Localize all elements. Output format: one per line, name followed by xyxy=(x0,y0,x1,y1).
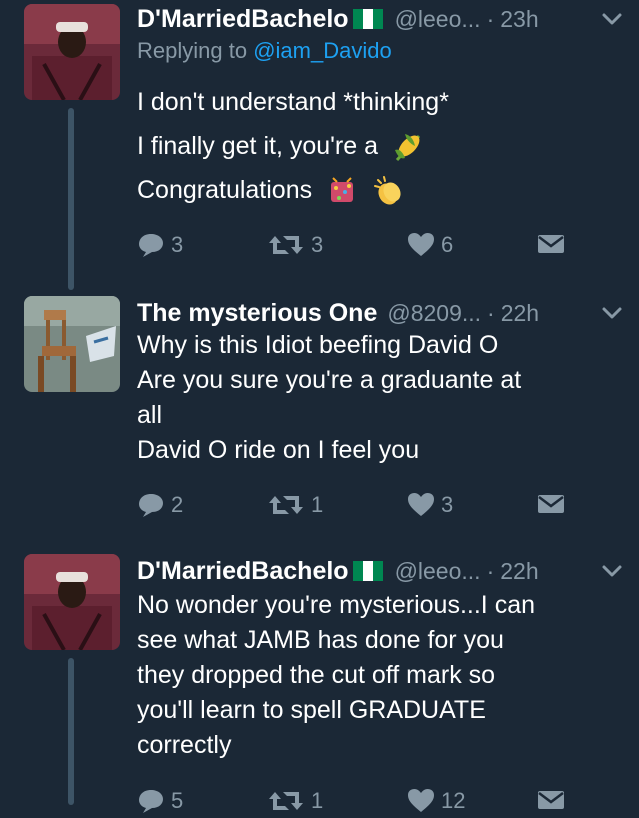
author-handle[interactable]: @8209... xyxy=(387,300,481,327)
retweet-icon xyxy=(269,236,303,254)
tweet-line: I don't understand *thinking* xyxy=(137,88,449,116)
reply-count: 2 xyxy=(171,492,184,517)
reply-count: 5 xyxy=(171,788,184,813)
like-count: 6 xyxy=(441,232,454,257)
tweet-actions: 5 1 12 xyxy=(137,788,579,818)
dm-button[interactable] xyxy=(537,788,571,812)
thread-line xyxy=(68,108,74,290)
retweet-button[interactable]: 1 xyxy=(267,788,323,814)
tweet-line: you'll learn to spell GRADUATE xyxy=(137,696,486,724)
nigeria-flag-icon xyxy=(352,561,383,581)
like-button[interactable]: 3 xyxy=(407,492,453,518)
like-count: 3 xyxy=(441,492,454,517)
envelope-icon xyxy=(538,791,564,809)
envelope-icon xyxy=(538,495,564,513)
clapping-hands-emoji-icon xyxy=(374,176,401,205)
like-button[interactable]: 6 xyxy=(407,232,453,258)
reply-icon xyxy=(139,494,163,517)
retweet-button[interactable]: 3 xyxy=(267,232,323,258)
tweet-line: Why is this Idiot beefing David O xyxy=(137,331,499,359)
like-count: 12 xyxy=(441,788,466,813)
tweet-text: Why is this Idiot beefing David O Are yo… xyxy=(137,328,617,468)
heart-icon xyxy=(408,493,434,516)
corn-emoji-icon xyxy=(394,134,421,162)
tweet-3[interactable]: D'MarriedBachelo @leeo... · 22h No wonde… xyxy=(0,554,639,813)
heart-icon xyxy=(408,233,434,256)
author-handle[interactable]: @leeo... xyxy=(395,558,481,585)
tweet-line: Are you sure you're a graduante at xyxy=(137,366,522,394)
dm-button[interactable] xyxy=(537,492,571,516)
tweet-line: all xyxy=(137,401,163,429)
retweet-count: 3 xyxy=(311,232,324,257)
dm-button[interactable] xyxy=(537,232,571,256)
avatar[interactable] xyxy=(24,296,120,392)
reply-button[interactable]: 5 xyxy=(137,788,183,814)
tweet-line: David O ride on I feel you xyxy=(137,436,420,464)
separator-dot: · xyxy=(486,5,495,32)
tweet-line: No wonder you're mysterious...I can xyxy=(137,591,535,619)
timestamp[interactable]: 22h xyxy=(500,558,538,585)
retweet-icon xyxy=(269,792,303,810)
separator-dot: · xyxy=(486,557,495,584)
thread-line xyxy=(68,658,74,805)
tweet-line: see what JAMB has done for you xyxy=(137,626,504,654)
timestamp[interactable]: 23h xyxy=(500,6,538,33)
tweet-line: they dropped the cut off mark so xyxy=(137,661,496,689)
chevron-down-icon[interactable] xyxy=(599,6,625,32)
reply-button[interactable]: 3 xyxy=(137,232,183,258)
replying-to: Replying to @iam_Davido xyxy=(137,38,392,64)
tweet-text: No wonder you're mysterious...I can see … xyxy=(137,588,617,763)
author-handle[interactable]: @leeo... xyxy=(395,6,481,33)
avatar[interactable] xyxy=(24,554,120,650)
reply-button[interactable]: 2 xyxy=(137,492,183,518)
author-name[interactable]: The mysterious One xyxy=(137,299,377,328)
retweet-count: 1 xyxy=(311,492,324,517)
author-name[interactable]: D'MarriedBachelo xyxy=(137,557,349,586)
avatar[interactable] xyxy=(24,4,120,100)
confetti-emoji-icon xyxy=(331,177,354,203)
retweet-button[interactable]: 1 xyxy=(267,492,323,518)
tweet-1[interactable]: D'MarriedBachelo @leeo... · 23h Replying… xyxy=(0,0,639,290)
tweet-actions: 3 3 6 xyxy=(137,232,579,262)
retweet-icon xyxy=(269,496,303,514)
tweet-line: correctly xyxy=(137,731,232,759)
envelope-icon xyxy=(538,235,564,253)
retweet-count: 1 xyxy=(311,788,324,813)
reply-count: 3 xyxy=(171,232,184,257)
tweet-line: Congratulations xyxy=(137,176,313,204)
reply-icon xyxy=(139,790,163,813)
tweet-text: I don't understand *thinking* I finally … xyxy=(137,80,617,212)
author-name[interactable]: D'MarriedBachelo xyxy=(137,5,349,34)
timestamp[interactable]: 22h xyxy=(501,300,539,327)
nigeria-flag-icon xyxy=(352,9,383,29)
separator-dot: · xyxy=(487,299,495,326)
tweet-line: I finally get it, you're a xyxy=(137,132,379,160)
reply-icon xyxy=(139,234,163,257)
chevron-down-icon[interactable] xyxy=(599,558,625,584)
heart-icon xyxy=(408,789,434,812)
replying-to-label: Replying to xyxy=(137,38,254,63)
chevron-down-icon[interactable] xyxy=(599,300,625,326)
tweet-actions: 2 1 3 xyxy=(137,492,579,522)
like-button[interactable]: 12 xyxy=(407,788,465,814)
mention-link[interactable]: @iam_Davido xyxy=(253,38,392,63)
tweet-2[interactable]: The mysterious One @8209... · 22h Why is… xyxy=(0,296,639,526)
